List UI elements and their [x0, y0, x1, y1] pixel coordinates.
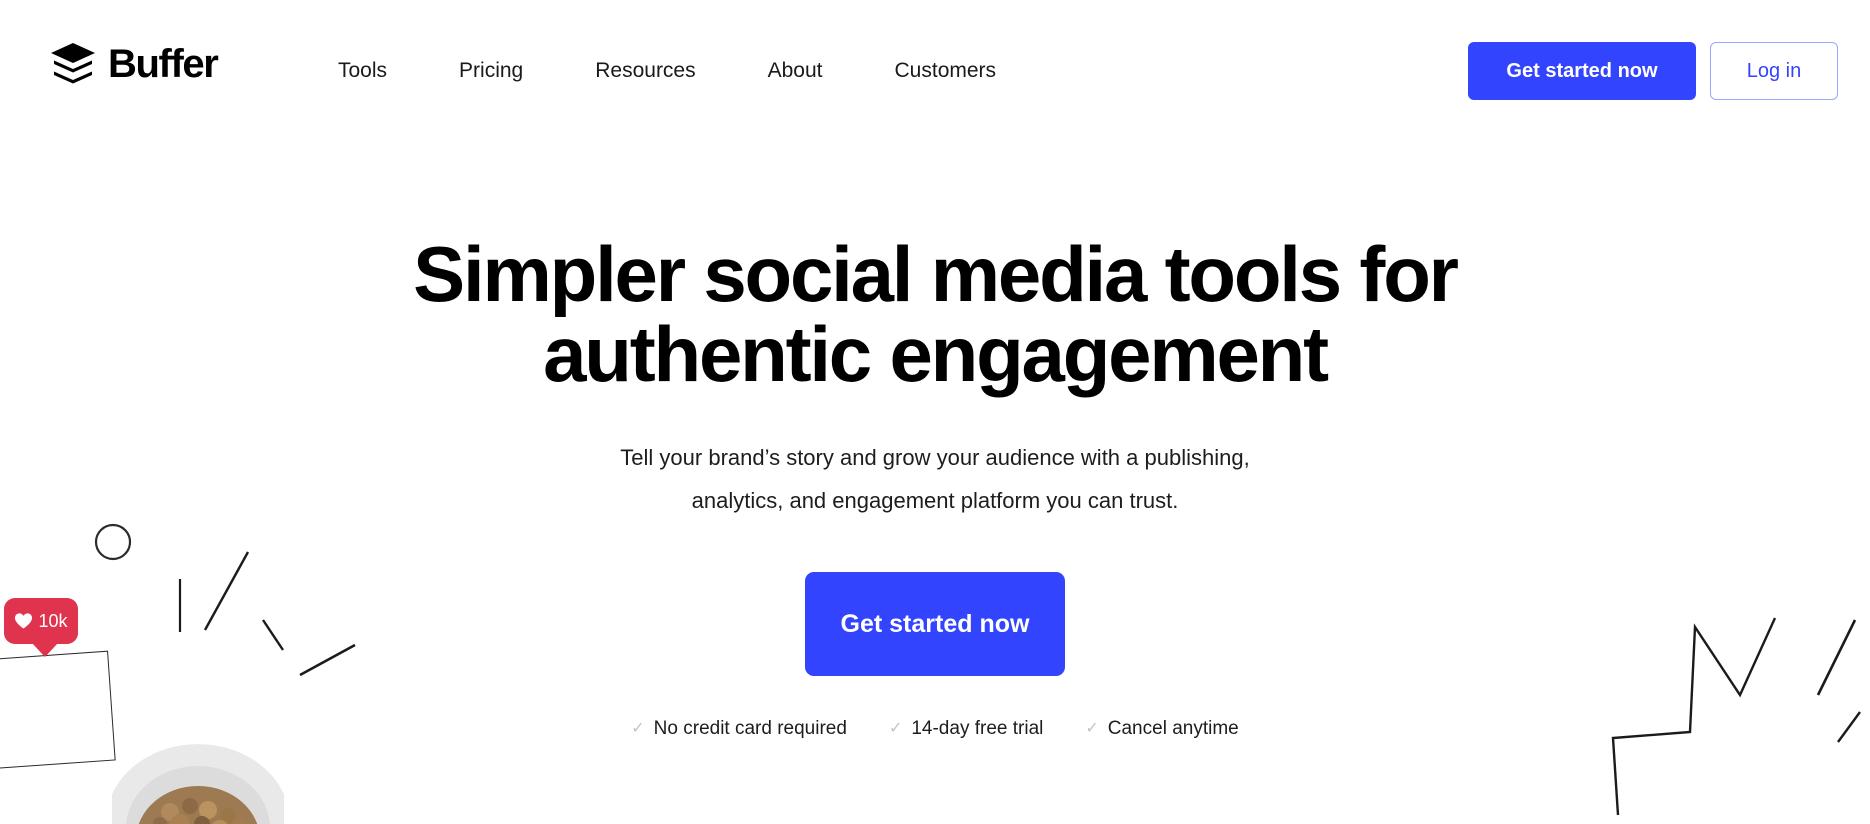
food-bowl-photo	[112, 744, 284, 824]
buffer-logo[interactable]: Buffer	[50, 42, 219, 86]
nav-item-tools[interactable]: Tools	[338, 55, 387, 87]
stacked-layers-icon	[51, 43, 95, 84]
site-header: Buffer Tools Pricing Resources About Cus…	[0, 0, 1870, 142]
header-get-started-button[interactable]: Get started now	[1468, 42, 1696, 100]
header-login-button[interactable]: Log in	[1710, 42, 1838, 100]
check-icon: ✓	[631, 720, 645, 737]
nav-item-about[interactable]: About	[768, 55, 823, 87]
logo-wordmark: Buffer	[108, 42, 219, 86]
nav-item-resources[interactable]: Resources	[595, 55, 695, 87]
trust-item-no-credit-card: ✓ No credit card required	[631, 718, 847, 740]
nav-item-pricing[interactable]: Pricing	[459, 55, 523, 87]
subtitle-line-1: Tell your brand’s story and grow your au…	[620, 445, 1250, 470]
header-actions: Get started now Log in	[1468, 42, 1838, 100]
main-nav: Tools Pricing Resources About Customers	[338, 55, 996, 87]
heart-icon	[15, 613, 33, 629]
trust-label: 14-day free trial	[911, 718, 1044, 739]
like-count-label: 10k	[38, 611, 68, 631]
check-icon: ✓	[1085, 720, 1099, 737]
trust-label: No credit card required	[653, 718, 847, 739]
subtitle-line-2: analytics, and engagement platform you c…	[691, 488, 1179, 513]
nav-item-customers[interactable]: Customers	[895, 55, 997, 87]
hero-section: Simpler social media tools for authentic…	[0, 142, 1870, 740]
page-title: Simpler social media tools for authentic…	[0, 234, 1870, 394]
hero-cta-wrap: Get started now	[0, 572, 1870, 676]
trust-item-free-trial: ✓ 14-day free trial	[889, 718, 1043, 740]
check-icon: ✓	[888, 720, 903, 737]
headline-line-2: authentic engagement	[543, 310, 1329, 398]
like-count-badge: 10k	[4, 598, 78, 657]
hero-subtitle: Tell your brand’s story and grow your au…	[0, 436, 1870, 522]
trust-label: Cancel anytime	[1107, 718, 1239, 739]
photo-frame-card	[0, 650, 116, 770]
trust-item-cancel-anytime: ✓ Cancel anytime	[1085, 718, 1238, 740]
buffer-landing-page: Buffer Tools Pricing Resources About Cus…	[0, 0, 1870, 824]
headline-line-1: Simpler social media tools for	[413, 230, 1459, 318]
hero-get-started-button[interactable]: Get started now	[805, 572, 1065, 676]
